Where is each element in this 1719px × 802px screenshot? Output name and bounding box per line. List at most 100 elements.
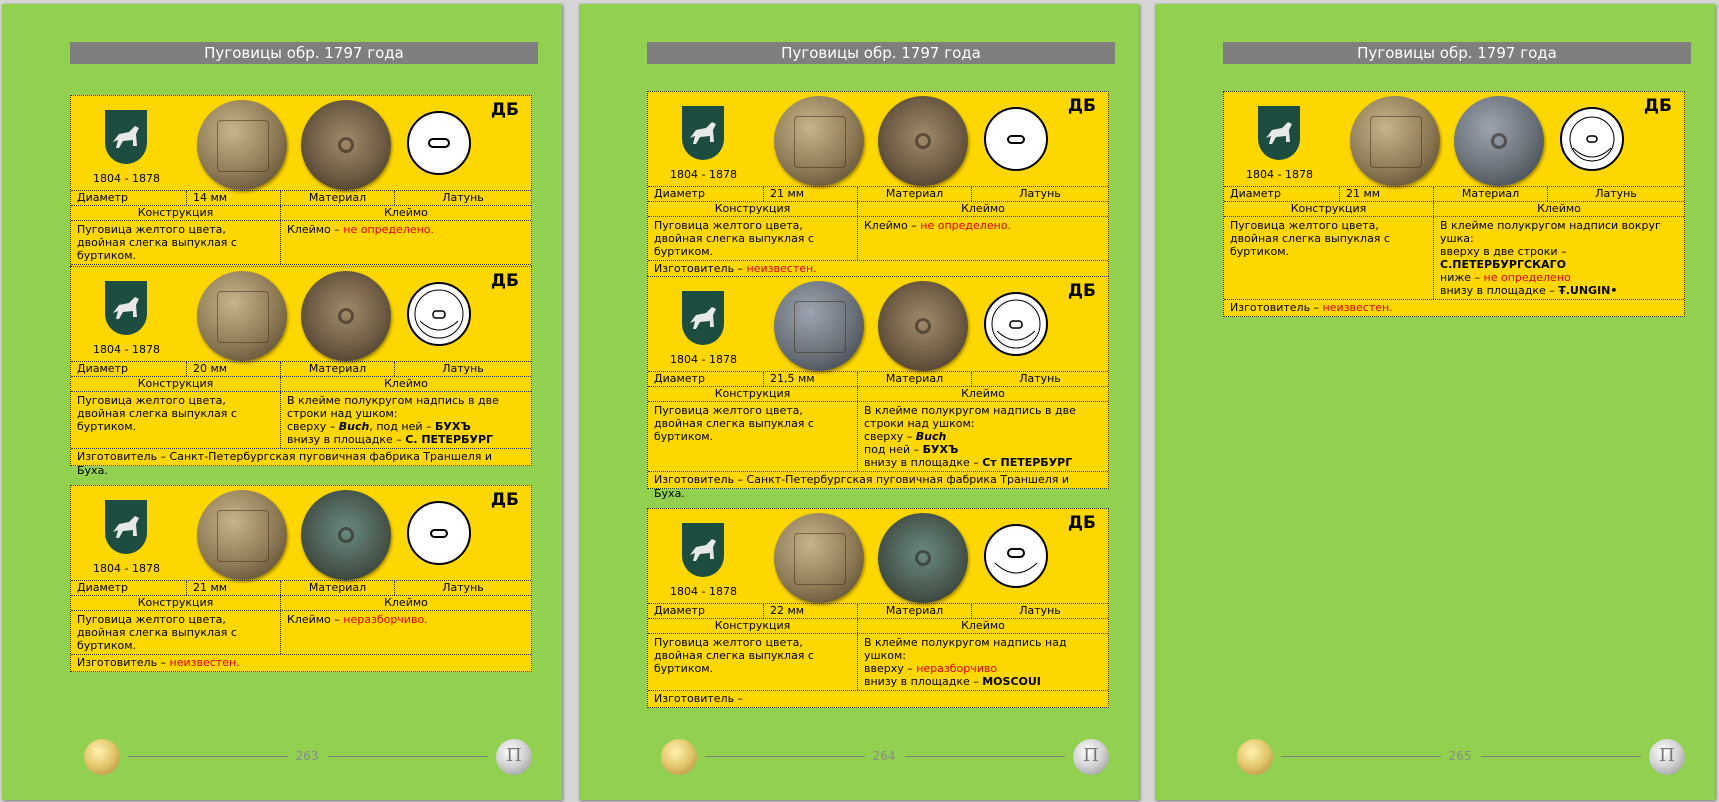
construction-header: Конструкция xyxy=(648,619,858,633)
gold-coin-icon xyxy=(1237,739,1273,775)
footer-divider xyxy=(1281,756,1441,757)
rarity-mark: ДБ xyxy=(490,100,519,120)
button-card: 1804 - 1878 ДБ Диаметр 21 мм Материал Ла… xyxy=(647,91,1109,278)
button-card: 1804 - 1878 ДБ Диаметр 14 мм Материал Ла… xyxy=(70,95,532,282)
page-footer: 264 П xyxy=(579,734,1139,780)
gold-coin-icon xyxy=(661,739,697,775)
page-header: Пуговицы обр. 1797 года xyxy=(1223,42,1691,64)
stamp-header: Клеймо xyxy=(384,206,428,219)
material-value: Латунь xyxy=(1019,187,1061,200)
page-263: Пуговицы обр. 1797 года 1804 - 1878 ДБ Д… xyxy=(2,4,562,800)
backmark-drawing xyxy=(983,291,1049,357)
monogram-coin-icon: П xyxy=(1649,739,1685,775)
stamp-header: Клеймо xyxy=(384,377,428,390)
footer-divider xyxy=(128,756,288,757)
text-segment: неизвестен. xyxy=(746,262,817,275)
image-row: 1804 - 1878 ДБ xyxy=(648,277,1108,371)
material-value: Латунь xyxy=(1019,604,1061,617)
button-card: 1804 - 1878 ДБ Диаметр 21,5 мм Материал … xyxy=(647,276,1109,500)
section-headers: Конструкция Клеймо xyxy=(648,386,1108,401)
text-segment: не определено xyxy=(1483,271,1571,284)
maker-text: Изготовитель – Санкт-Петербургская пугов… xyxy=(71,448,531,477)
button-card: 1804 - 1878 ДБ Диаметр 22 мм Материал Ла… xyxy=(647,508,1109,708)
construction-text: Пуговица желтого цвета, двойная слегка в… xyxy=(648,402,858,471)
page-footer: 263 П xyxy=(2,734,562,780)
construction-header: Конструкция xyxy=(1224,202,1434,216)
stamp-text: В клейме полукругом надписи вокруг ушка:… xyxy=(1434,217,1684,299)
button-front-photo xyxy=(1350,96,1440,186)
text-segment: Buch xyxy=(338,420,370,433)
page-number: 264 xyxy=(872,749,896,763)
text-segment: сверху – xyxy=(864,430,916,443)
material-value: Латунь xyxy=(1595,187,1637,200)
stamp-text: В клейме полукругом надпись над ушком: вв… xyxy=(858,634,1108,690)
text-segment: Изготовитель – Санкт-Петербургская пугов… xyxy=(77,450,493,477)
coat-of-arms-icon xyxy=(105,110,147,164)
text-segment: внизу в площадке – xyxy=(864,456,983,469)
diameter-label: Диаметр xyxy=(71,581,187,595)
coat-of-arms-icon xyxy=(682,106,724,160)
button-back-photo xyxy=(301,271,391,361)
text-segment: вверху в две строки – xyxy=(1440,245,1567,258)
button-back-photo xyxy=(878,281,968,371)
stamp-text: В клейме полукругом надпись в две строки… xyxy=(858,402,1108,471)
rarity-mark: ДБ xyxy=(1067,96,1096,116)
backmark-drawing xyxy=(1559,106,1625,172)
text-segment: внизу в площадке – xyxy=(864,675,983,688)
material-value: Латунь xyxy=(442,581,484,594)
construction-header: Конструкция xyxy=(648,202,858,216)
button-back-photo xyxy=(301,490,391,580)
backmark-drawing xyxy=(406,500,472,566)
years-label: 1804 - 1878 xyxy=(670,168,737,181)
image-row: 1804 - 1878 ДБ xyxy=(1224,92,1684,186)
text-segment: Изготовитель – xyxy=(654,692,744,705)
text-segment: БУХЪ xyxy=(435,420,471,433)
text-segment: внизу в площадке – xyxy=(287,433,406,446)
diameter-value: 20 мм xyxy=(187,362,281,376)
image-row: 1804 - 1878 ДБ xyxy=(71,267,531,361)
footer-divider xyxy=(328,756,488,757)
description-row: Пуговица желтого цвета, двойная слегка в… xyxy=(1224,216,1684,299)
stamp-text: В клейме полукругом надпись в две строки… xyxy=(281,392,531,448)
image-row: 1804 - 1878 ДБ xyxy=(71,96,531,190)
section-headers: Конструкция Клеймо xyxy=(1224,201,1684,216)
construction-header: Конструкция xyxy=(71,596,281,610)
button-back-photo xyxy=(878,96,968,186)
coat-of-arms-icon xyxy=(682,291,724,345)
page-265: Пуговицы обр. 1797 года 1804 - 1878 ДБ Д… xyxy=(1155,4,1715,800)
stamp-text: Клеймо – неразборчиво. xyxy=(281,611,531,654)
maker-text: Изготовитель – неизвестен. xyxy=(71,654,531,671)
rarity-mark: ДБ xyxy=(1067,281,1096,301)
backmark-drawing xyxy=(983,106,1049,172)
text-segment: Изготовитель – xyxy=(654,262,747,275)
text-segment: сверху – xyxy=(287,420,339,433)
text-segment: неразборчиво xyxy=(916,662,998,675)
years-label: 1804 - 1878 xyxy=(670,353,737,366)
stamp-header: Клеймо xyxy=(961,387,1005,400)
monogram-coin-icon: П xyxy=(1073,739,1109,775)
image-row: 1804 - 1878 ДБ xyxy=(648,92,1108,186)
text-segment: Ŧ.UNGIN• xyxy=(1558,284,1618,297)
construction-text: Пуговица желтого цвета, двойная слегка в… xyxy=(648,217,858,260)
page-number: 263 xyxy=(295,749,319,763)
diameter-label: Диаметр xyxy=(648,604,764,618)
page-264: Пуговицы обр. 1797 года 1804 - 1878 ДБ Д… xyxy=(579,4,1139,800)
section-headers: Конструкция Клеймо xyxy=(71,595,531,610)
spec-row: Диаметр 21 мм Материал Латунь xyxy=(71,580,531,595)
text-segment: С. ПЕТЕРБУРГ xyxy=(405,433,494,446)
backmark-drawing xyxy=(406,281,472,347)
button-card: 1804 - 1878 ДБ Диаметр 21 мм Материал Ла… xyxy=(70,485,532,672)
button-back-photo xyxy=(878,513,968,603)
years-label: 1804 - 1878 xyxy=(93,172,160,185)
button-front-photo xyxy=(774,513,864,603)
stamp-text: Клеймо – не определено. xyxy=(281,221,531,264)
spec-row: Диаметр 21,5 мм Материал Латунь xyxy=(648,371,1108,386)
diameter-label: Диаметр xyxy=(71,191,187,205)
text-segment: Изготовитель – xyxy=(1230,301,1323,314)
text-segment: Клеймо – xyxy=(287,613,344,626)
text-segment: неразборчиво. xyxy=(343,613,428,626)
page-footer: 265 П xyxy=(1155,734,1715,780)
text-segment: внизу в площадке – xyxy=(1440,284,1559,297)
description-row: Пуговица желтого цвета, двойная слегка в… xyxy=(648,401,1108,471)
text-segment: Изготовитель – Санкт-Петербургская пугов… xyxy=(654,473,1070,500)
